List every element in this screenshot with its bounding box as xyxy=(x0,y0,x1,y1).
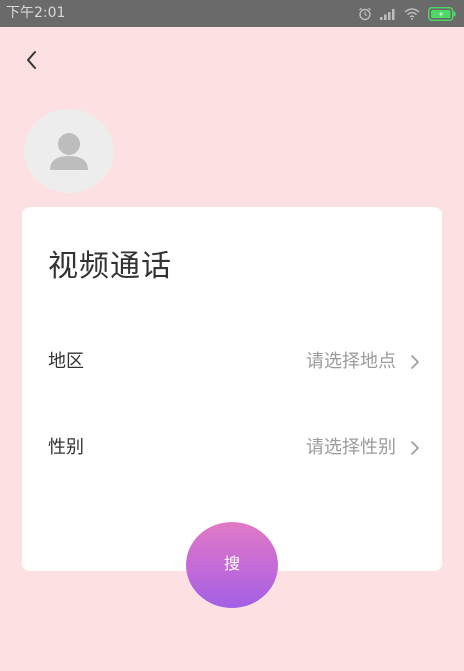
wifi-icon xyxy=(404,8,420,20)
status-time: 下午2:01 xyxy=(6,5,66,21)
chevron-right-icon xyxy=(408,439,422,457)
video-call-card: 视频通话 地区 请选择地点 性别 请选择性别 xyxy=(22,207,442,571)
search-button-label: 搜 xyxy=(223,556,240,573)
avatar xyxy=(24,109,114,193)
gender-row[interactable]: 性别 请选择性别 xyxy=(22,425,442,469)
alarm-icon xyxy=(358,7,372,21)
search-button[interactable]: 搜 xyxy=(186,522,278,608)
chevron-right-icon xyxy=(408,353,422,371)
status-icons xyxy=(358,6,456,22)
page-title: 视频通话 xyxy=(48,249,172,284)
chevron-left-icon xyxy=(24,49,40,75)
region-value: 请选择地点 xyxy=(306,351,396,372)
back-button[interactable] xyxy=(16,46,48,78)
gender-value: 请选择性别 xyxy=(306,437,396,458)
region-row[interactable]: 地区 请选择地点 xyxy=(22,339,442,383)
status-bar: 下午2:01 xyxy=(0,0,464,27)
signal-icon xyxy=(380,8,396,20)
battery-icon xyxy=(428,7,456,21)
region-label: 地区 xyxy=(48,351,84,372)
gender-label: 性别 xyxy=(48,437,84,458)
